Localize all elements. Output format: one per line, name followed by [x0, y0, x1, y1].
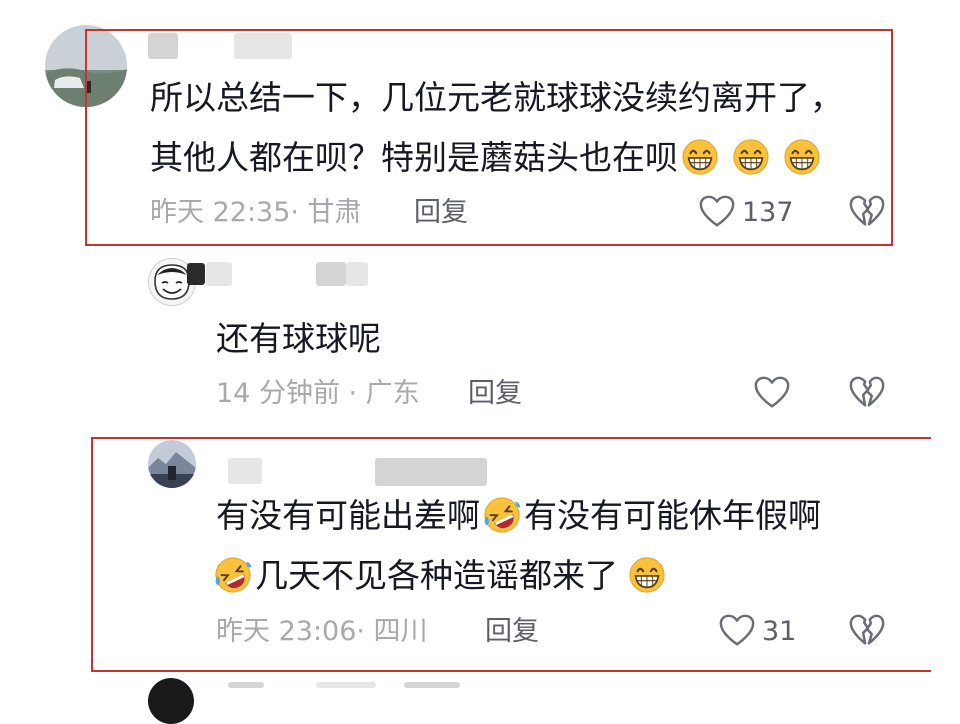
- username-redacted: [206, 262, 232, 286]
- like-count: 31: [762, 616, 797, 647]
- like-heart-icon[interactable]: [753, 374, 791, 412]
- username-redacted[interactable]: [187, 263, 205, 285]
- comment-text-line: 有没有可能休年假啊: [524, 496, 821, 535]
- username-redacted: [375, 458, 487, 486]
- laugh-cry-icon: [483, 496, 521, 534]
- grin-icon: [732, 138, 770, 176]
- comment-text: 还有球球呢: [216, 319, 381, 358]
- avatar[interactable]: [148, 440, 196, 488]
- comment-text: 有没有可能出差啊 有没有可能休年假啊: [216, 496, 821, 536]
- grin-icon: [783, 138, 821, 176]
- username-redacted: [404, 682, 460, 688]
- comment-text-line: 有没有可能出差啊: [216, 496, 480, 535]
- username-redacted[interactable]: [228, 458, 262, 484]
- username-redacted: [316, 262, 346, 286]
- reply-button[interactable]: 回复: [468, 377, 522, 411]
- comment-text: 其他人都在呗？特别是蘑菇头也在呗: [150, 138, 824, 178]
- like-count: 137: [742, 197, 794, 228]
- dislike-broken-heart-icon[interactable]: [848, 374, 886, 412]
- avatar[interactable]: [148, 678, 194, 724]
- comment-text: 所以总结一下，几位元老就球球没续约离开了，: [150, 78, 843, 117]
- comment-time-location: 昨天 23:06· 四川: [216, 616, 428, 647]
- reply-button[interactable]: 回复: [414, 196, 468, 230]
- comment-text-line: 其他人都在呗？特别是蘑菇头也在呗: [150, 138, 678, 177]
- like-heart-icon[interactable]: [698, 193, 736, 231]
- username-redacted: [346, 262, 368, 286]
- comment-text: 几天不见各种造谣都来了: [214, 556, 669, 596]
- comment-time-location: 昨天 22:35· 甘肃: [150, 197, 362, 228]
- grin-icon: [681, 138, 719, 176]
- laugh-cry-icon: [214, 556, 252, 594]
- dislike-broken-heart-icon[interactable]: [848, 193, 886, 231]
- username-redacted: [316, 682, 376, 688]
- reply-button[interactable]: 回复: [485, 615, 539, 649]
- dislike-broken-heart-icon[interactable]: [848, 612, 886, 650]
- grin-icon: [628, 556, 666, 594]
- comment-text-line: 几天不见各种造谣都来了: [255, 556, 618, 595]
- comment-time-location: 14 分钟前 · 广东: [216, 378, 420, 409]
- like-heart-icon[interactable]: [718, 612, 756, 650]
- username-redacted: [228, 682, 264, 688]
